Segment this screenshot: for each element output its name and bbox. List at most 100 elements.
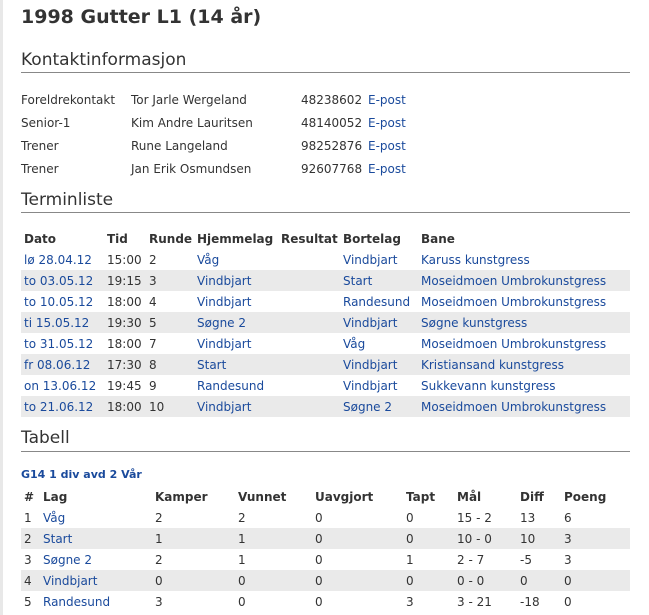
standings-row: 4 Vindbjart 0 0 0 0 0 - 000 bbox=[21, 570, 630, 591]
contact-email-cell: E-post bbox=[368, 157, 428, 180]
contact-role: Trener bbox=[21, 138, 59, 153]
fixture-away[interactable]: Våg bbox=[340, 333, 418, 354]
fixture-away[interactable]: Vindbjart bbox=[340, 375, 418, 396]
fixture-time: 15:00 bbox=[107, 252, 142, 267]
contact-row: Trener Jan Erik Osmundsen 92607768 E-post bbox=[21, 157, 428, 180]
standings-group-title: G14 1 div avd 2 Vår bbox=[21, 468, 142, 481]
fixture-home[interactable]: Randesund bbox=[194, 375, 278, 396]
fixture-away[interactable]: Vindbjart bbox=[340, 312, 418, 333]
fixture-result bbox=[278, 375, 340, 396]
fixture-venue[interactable]: Moseidmoen Umbrokunstgress bbox=[418, 396, 630, 417]
contacts-divider bbox=[21, 72, 630, 73]
fixture-time: 18:00 bbox=[107, 336, 142, 351]
fixture-result bbox=[278, 354, 340, 375]
standings-played: 2 bbox=[155, 552, 163, 567]
standings-row: 1 Våg 2 2 0 0 15 - 2 13 6 bbox=[21, 507, 630, 528]
fixture-venue[interactable]: Kristiansand kunstgress bbox=[418, 354, 630, 375]
fixture-home[interactable]: Vindbjart bbox=[194, 270, 278, 291]
standings-team[interactable]: Randesund bbox=[40, 591, 152, 612]
fixture-venue[interactable]: Moseidmoen Umbrokunstgress bbox=[418, 270, 630, 291]
fixture-time: 19:15 bbox=[104, 270, 146, 291]
fixture-date[interactable]: to 10.05.12 bbox=[21, 291, 104, 312]
fixture-home[interactable]: Vindbjart bbox=[194, 291, 278, 312]
standings-lost: 0 bbox=[403, 570, 454, 591]
fixture-home[interactable]: Vindbjart bbox=[194, 333, 278, 354]
standings-lost: 0 bbox=[403, 528, 454, 549]
fixture-row: lø 28.04.12 15:00 2 Våg Vindbjart Karuss kuns… bbox=[21, 249, 630, 270]
fixture-time: 18:00 bbox=[107, 294, 142, 309]
standings-column-header: Kamper bbox=[155, 489, 208, 504]
fixture-home[interactable]: Vindbjart bbox=[194, 396, 278, 417]
fixture-date[interactable]: ti 15.05.12 bbox=[21, 312, 104, 333]
standings-drawn: 0 bbox=[312, 570, 403, 591]
fixture-venue[interactable]: Søgne kunstgress bbox=[418, 312, 630, 333]
fixtures-column-header: Hjemmelag bbox=[197, 231, 274, 246]
standings-drawn: 0 bbox=[315, 510, 323, 525]
fixture-home[interactable]: Start bbox=[194, 354, 278, 375]
standings-team[interactable]: Søgne 2 bbox=[40, 549, 152, 570]
fixture-result bbox=[278, 270, 340, 291]
page-title: 1998 Gutter L1 (14 år) bbox=[21, 6, 262, 28]
fixture-venue[interactable]: Moseidmoen Umbrokunstgress bbox=[418, 291, 630, 312]
contact-phone: 48238602 bbox=[301, 92, 363, 107]
standings-diff: -5 bbox=[520, 552, 532, 567]
left-border bbox=[0, 0, 3, 615]
standings-drawn: 0 bbox=[312, 528, 403, 549]
fixture-date[interactable]: lø 28.04.12 bbox=[21, 249, 104, 270]
fixture-result bbox=[278, 396, 340, 417]
contact-row: Senior-1 Kim Andre Lauritsen 48140052 E-pos… bbox=[21, 111, 428, 134]
fixture-venue[interactable]: Moseidmoen Umbrokunstgress bbox=[418, 333, 630, 354]
fixtures-column-header: Bane bbox=[421, 231, 455, 246]
fixture-row: to 31.05.12 18:00 7 Vindbjart Våg Moseidmoen … bbox=[21, 333, 630, 354]
contact-role: Trener bbox=[21, 161, 59, 176]
standings-column-header: Lag bbox=[43, 489, 68, 504]
standings-team[interactable]: Våg bbox=[40, 507, 152, 528]
fixture-result bbox=[278, 291, 340, 312]
fixture-away[interactable]: Vindbjart bbox=[340, 354, 418, 375]
fixture-date[interactable]: fr 08.06.12 bbox=[21, 354, 104, 375]
contact-name: Tor Jarle Wergeland bbox=[131, 92, 247, 107]
standings-goals: 15 - 2 bbox=[457, 510, 492, 525]
standings-team[interactable]: Vindbjart bbox=[40, 570, 152, 591]
contact-email-link[interactable]: E-post bbox=[368, 162, 406, 176]
standings-won: 0 bbox=[238, 594, 246, 609]
contact-email-link[interactable]: E-post bbox=[368, 139, 406, 153]
fixture-row: to 21.06.12 18:00 10 Vindbjart Søgne 2 Moseid… bbox=[21, 396, 630, 417]
fixture-home[interactable]: Søgne 2 bbox=[194, 312, 278, 333]
fixture-home[interactable]: Våg bbox=[194, 249, 278, 270]
standings-diff: 10 bbox=[517, 528, 561, 549]
fixture-date[interactable]: to 31.05.12 bbox=[21, 333, 104, 354]
standings-column-header: Poeng bbox=[564, 489, 607, 504]
fixture-date[interactable]: to 03.05.12 bbox=[21, 270, 104, 291]
fixture-time: 19:30 bbox=[104, 312, 146, 333]
fixtures-heading: Terminliste bbox=[21, 190, 114, 210]
contact-email-link[interactable]: E-post bbox=[368, 116, 406, 130]
fixtures-column-header: Runde bbox=[149, 231, 193, 246]
fixture-time: 17:30 bbox=[104, 354, 146, 375]
contact-email-link[interactable]: E-post bbox=[368, 93, 406, 107]
standings-points: 6 bbox=[564, 510, 572, 525]
contact-name: Rune Langeland bbox=[131, 138, 228, 153]
standings-lost: 3 bbox=[406, 594, 414, 609]
fixture-away[interactable]: Vindbjart bbox=[340, 249, 418, 270]
fixture-away[interactable]: Randesund bbox=[340, 291, 418, 312]
fixtures-column-header: Resultat bbox=[281, 231, 338, 246]
fixture-away[interactable]: Søgne 2 bbox=[340, 396, 418, 417]
fixture-date[interactable]: on 13.06.12 bbox=[21, 375, 104, 396]
standings-points: 3 bbox=[564, 552, 572, 567]
fixture-result bbox=[278, 333, 340, 354]
fixture-date[interactable]: to 21.06.12 bbox=[21, 396, 104, 417]
fixtures-column-header: Tid bbox=[107, 231, 128, 246]
standings-row: 3 Søgne 22 1 0 1 2 - 7 -5 3 bbox=[21, 549, 630, 570]
fixture-round: 10 bbox=[146, 396, 194, 417]
fixture-time: 19:45 bbox=[107, 378, 142, 393]
fixture-venue[interactable]: Karuss kunstgress bbox=[418, 249, 630, 270]
standings-column-header: Mål bbox=[457, 489, 482, 504]
standings-team[interactable]: Start bbox=[40, 528, 152, 549]
standings-played: 1 bbox=[152, 528, 235, 549]
standings-lost: 1 bbox=[406, 552, 414, 567]
standings-points: 0 bbox=[564, 594, 572, 609]
fixture-venue[interactable]: Sukkevann kunstgress bbox=[418, 375, 630, 396]
fixture-round: 5 bbox=[146, 312, 194, 333]
fixture-away[interactable]: Start bbox=[340, 270, 418, 291]
